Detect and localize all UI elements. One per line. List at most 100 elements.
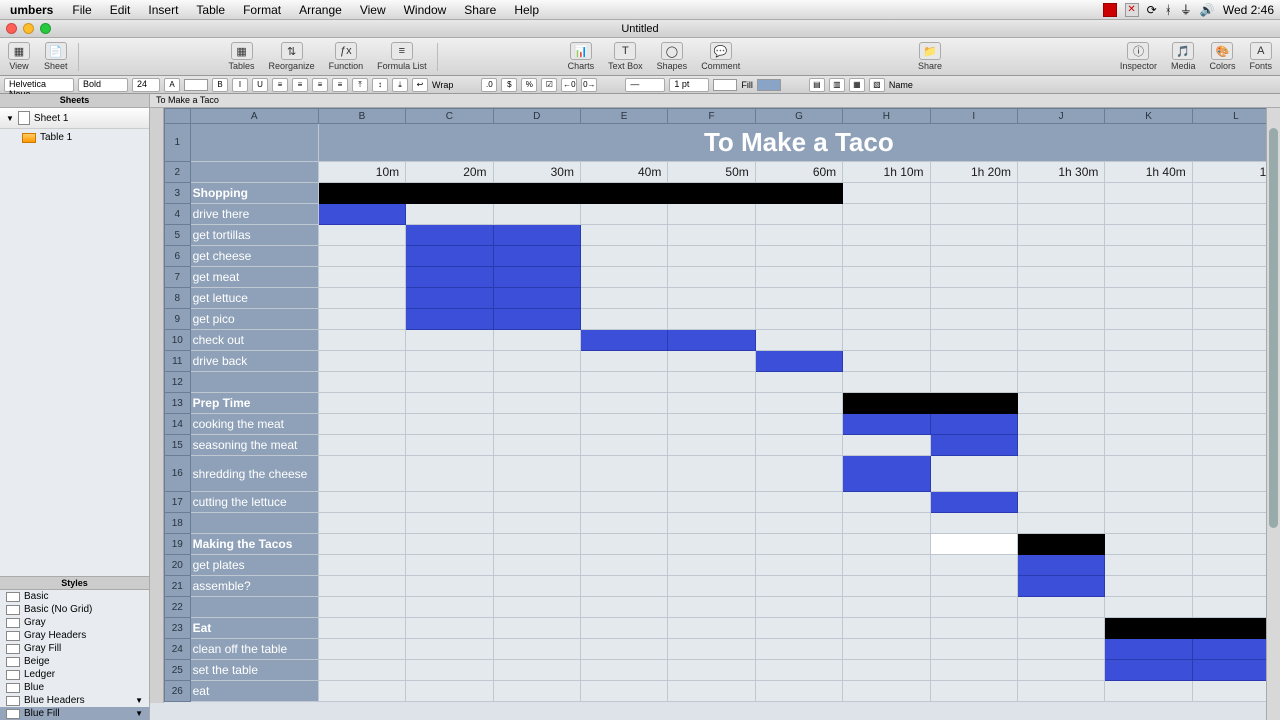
row-label-cell[interactable]: eat bbox=[190, 681, 318, 702]
cell[interactable] bbox=[580, 309, 667, 330]
cell[interactable] bbox=[406, 183, 493, 204]
select-all-corner[interactable] bbox=[165, 109, 191, 124]
wrap-button[interactable]: ↩ bbox=[412, 78, 428, 92]
time-header-cell[interactable]: 1h 10m bbox=[843, 162, 930, 183]
row-label-cell[interactable]: shredding the cheese bbox=[190, 456, 318, 492]
row-header-4[interactable]: 4 bbox=[165, 204, 191, 225]
cell[interactable] bbox=[1105, 492, 1192, 513]
font-family-select[interactable]: Helvetica Neue bbox=[4, 78, 74, 92]
cell[interactable] bbox=[1105, 393, 1192, 414]
col-header-C[interactable]: C bbox=[406, 109, 493, 124]
cell[interactable] bbox=[493, 414, 580, 435]
cell[interactable] bbox=[318, 681, 405, 702]
sheet-button[interactable]: 📄Sheet bbox=[44, 42, 68, 71]
cell[interactable] bbox=[318, 309, 405, 330]
cell[interactable] bbox=[1017, 372, 1104, 393]
cell[interactable] bbox=[755, 618, 842, 639]
fmt-dec-less-button[interactable]: ←0 bbox=[561, 78, 577, 92]
cell[interactable] bbox=[493, 330, 580, 351]
cell[interactable] bbox=[668, 435, 755, 456]
col-header-B[interactable]: B bbox=[318, 109, 405, 124]
cell[interactable] bbox=[580, 267, 667, 288]
cell[interactable] bbox=[668, 660, 755, 681]
cell[interactable] bbox=[318, 555, 405, 576]
cell[interactable] bbox=[930, 414, 1017, 435]
cell[interactable] bbox=[580, 639, 667, 660]
cell[interactable] bbox=[843, 534, 930, 555]
cell[interactable] bbox=[1017, 618, 1104, 639]
charts-button[interactable]: 📊Charts bbox=[568, 42, 595, 71]
col-header-A[interactable]: A bbox=[190, 109, 318, 124]
time-header-cell[interactable]: 1h 20m bbox=[930, 162, 1017, 183]
fonts-button[interactable]: AFonts bbox=[1249, 42, 1272, 71]
function-button[interactable]: ƒxFunction bbox=[329, 42, 364, 71]
style-row[interactable]: Blue Fill▼ bbox=[0, 707, 149, 720]
cell[interactable] bbox=[580, 246, 667, 267]
cell[interactable] bbox=[318, 225, 405, 246]
cell[interactable] bbox=[843, 267, 930, 288]
cell[interactable] bbox=[755, 555, 842, 576]
cell[interactable] bbox=[1017, 597, 1104, 618]
cell[interactable] bbox=[843, 351, 930, 372]
cell[interactable] bbox=[406, 309, 493, 330]
cell[interactable] bbox=[755, 639, 842, 660]
cell[interactable] bbox=[580, 183, 667, 204]
cell[interactable] bbox=[843, 309, 930, 330]
row-header-18[interactable]: 18 bbox=[165, 513, 191, 534]
cell[interactable] bbox=[930, 309, 1017, 330]
cell[interactable] bbox=[755, 309, 842, 330]
grid[interactable]: ABCDEFGHIJKL1To Make a Taco210m20m30m40m… bbox=[164, 108, 1280, 720]
row-label-cell[interactable]: set the table bbox=[190, 660, 318, 681]
text-color-button[interactable]: A bbox=[164, 78, 180, 92]
cell[interactable] bbox=[493, 597, 580, 618]
cell[interactable] bbox=[1017, 513, 1104, 534]
cell[interactable] bbox=[406, 372, 493, 393]
data-table[interactable]: ABCDEFGHIJKL1To Make a Taco210m20m30m40m… bbox=[164, 108, 1280, 702]
valign-bot-button[interactable]: ⤓ bbox=[392, 78, 408, 92]
cell[interactable] bbox=[843, 456, 930, 492]
cell[interactable] bbox=[1105, 288, 1192, 309]
cell[interactable] bbox=[668, 204, 755, 225]
disclosure-triangle-icon[interactable]: ▼ bbox=[6, 114, 14, 123]
cell[interactable] bbox=[406, 597, 493, 618]
row-header-16[interactable]: 16 bbox=[165, 456, 191, 492]
sidebar-item-sheet[interactable]: ▼ Sheet 1 bbox=[0, 108, 149, 129]
clock[interactable]: Wed 2:46 bbox=[1223, 3, 1274, 17]
row-label-cell[interactable]: get lettuce bbox=[190, 288, 318, 309]
cell[interactable] bbox=[668, 267, 755, 288]
cell[interactable] bbox=[493, 246, 580, 267]
zoom-button[interactable] bbox=[40, 23, 51, 34]
cell[interactable] bbox=[1105, 618, 1192, 639]
col-header-E[interactable]: E bbox=[580, 109, 667, 124]
cell[interactable] bbox=[755, 576, 842, 597]
row-header-9[interactable]: 9 bbox=[165, 309, 191, 330]
cell[interactable] bbox=[930, 618, 1017, 639]
row-label-cell[interactable]: cooking the meat bbox=[190, 414, 318, 435]
cell[interactable] bbox=[318, 618, 405, 639]
cell[interactable] bbox=[493, 639, 580, 660]
app-menu[interactable]: umbers bbox=[0, 3, 63, 17]
cell[interactable] bbox=[1105, 267, 1192, 288]
vertical-scrollbar[interactable] bbox=[1266, 108, 1280, 720]
cell[interactable] bbox=[406, 414, 493, 435]
cell[interactable] bbox=[1017, 534, 1104, 555]
row-label-cell[interactable]: clean off the table bbox=[190, 639, 318, 660]
cell[interactable] bbox=[668, 681, 755, 702]
cell[interactable] bbox=[580, 681, 667, 702]
cell[interactable] bbox=[580, 456, 667, 492]
cell[interactable] bbox=[668, 351, 755, 372]
row-label-cell[interactable]: assemble? bbox=[190, 576, 318, 597]
row-header-11[interactable]: 11 bbox=[165, 351, 191, 372]
cell[interactable] bbox=[493, 435, 580, 456]
cell[interactable] bbox=[1017, 204, 1104, 225]
cell[interactable] bbox=[493, 183, 580, 204]
cell[interactable] bbox=[1105, 414, 1192, 435]
cell[interactable] bbox=[843, 246, 930, 267]
cell[interactable] bbox=[755, 534, 842, 555]
cell[interactable] bbox=[580, 393, 667, 414]
cell[interactable] bbox=[930, 330, 1017, 351]
cell[interactable] bbox=[1017, 351, 1104, 372]
cell[interactable] bbox=[318, 435, 405, 456]
cell[interactable] bbox=[668, 639, 755, 660]
cell[interactable] bbox=[930, 183, 1017, 204]
